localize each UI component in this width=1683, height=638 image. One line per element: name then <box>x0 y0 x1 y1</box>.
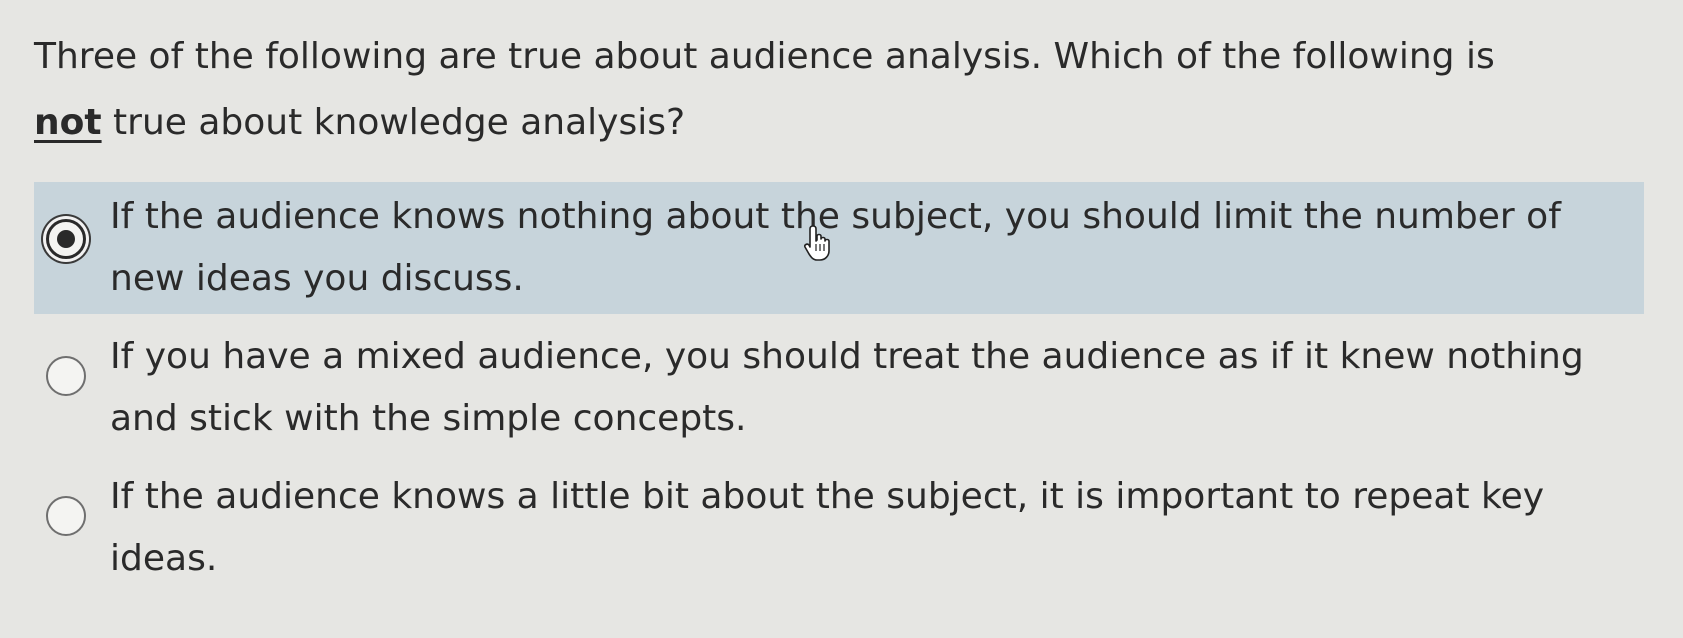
question-line-1: Three of the following are true about au… <box>34 36 1495 77</box>
question-emphasis: not <box>34 102 102 143</box>
hand-pointer-icon <box>804 225 830 261</box>
radio-button[interactable] <box>46 356 86 396</box>
question-text: Three of the following are true about au… <box>34 24 1654 156</box>
answer-option-2-label: If you have a mixed audience, you should… <box>110 336 1584 439</box>
answer-option-1[interactable]: If the audience knows nothing about the … <box>34 182 1644 314</box>
radio-button[interactable] <box>46 496 86 536</box>
answer-option-1-label: If the audience knows nothing about the … <box>110 196 1561 299</box>
answer-option-2[interactable]: If you have a mixed audience, you should… <box>34 326 1644 454</box>
radio-button-selected[interactable] <box>46 219 86 259</box>
answer-option-3-label: If the audience knows a little bit about… <box>110 476 1545 579</box>
question-line-2: true about knowledge analysis? <box>101 102 686 143</box>
answer-option-3[interactable]: If the audience knows a little bit about… <box>34 466 1644 596</box>
